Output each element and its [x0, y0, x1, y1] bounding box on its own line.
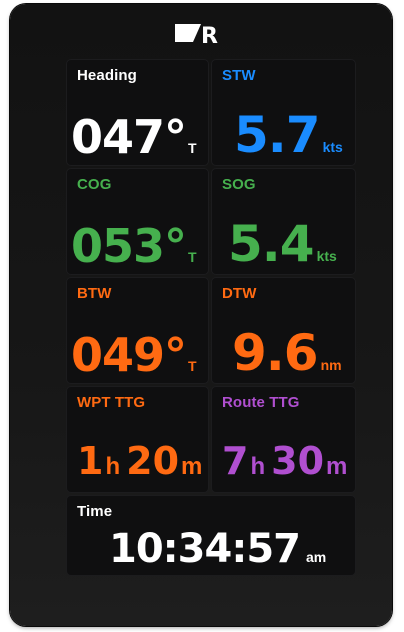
- stw-number: 5.7: [234, 106, 321, 164]
- cog-number: 053°: [71, 219, 187, 273]
- dtw-number: 9.6: [232, 324, 319, 382]
- cog-label: COG: [77, 176, 112, 193]
- tile-time[interactable]: Time 10:34:57 am: [66, 495, 356, 576]
- cog-unit: T: [188, 249, 197, 265]
- route-ttg-minutes: 30: [271, 439, 325, 483]
- time-number: 10:34:57: [109, 526, 301, 572]
- wpt-ttg-label: WPT TTG: [77, 394, 146, 411]
- btw-number: 049°: [71, 328, 187, 382]
- sog-number: 5.4: [228, 215, 315, 273]
- heading-number: 047°: [71, 110, 187, 164]
- dtw-unit: nm: [320, 357, 342, 373]
- tile-sog[interactable]: SOG 5.4 kts: [211, 168, 356, 275]
- time-label: Time: [77, 503, 113, 520]
- stw-unit: kts: [322, 139, 343, 155]
- stw-label: STW: [222, 67, 256, 84]
- sog-unit: kts: [316, 248, 337, 264]
- wpt-ttg-value: 1h 20m: [77, 442, 202, 480]
- dtw-label: DTW: [222, 285, 257, 302]
- route-ttg-minutes-unit: m: [326, 453, 348, 480]
- tile-btw[interactable]: BTW 049° T: [66, 277, 209, 384]
- wpt-ttg-minutes-unit: m: [181, 453, 203, 480]
- route-ttg-hours: 7: [222, 439, 249, 483]
- btw-unit: T: [188, 358, 197, 374]
- route-ttg-hours-unit: h: [250, 453, 266, 480]
- tile-stw[interactable]: STW 5.7 kts: [211, 59, 356, 166]
- heading-label: Heading: [77, 67, 137, 84]
- wpt-ttg-hours: 1: [77, 439, 104, 483]
- display-device: R Heading 047° T STW 5.7 kts COG 053° T SOG…: [10, 4, 392, 626]
- heading-unit: T: [188, 140, 197, 156]
- dtw-value: 9.6 nm: [232, 328, 342, 378]
- wpt-ttg-minutes: 20: [126, 439, 180, 483]
- route-ttg-value: 7h 30m: [222, 442, 347, 480]
- time-unit: am: [305, 549, 327, 565]
- tile-heading[interactable]: Heading 047° T: [66, 59, 209, 166]
- tile-route-ttg[interactable]: Route TTG 7h 30m: [211, 386, 356, 493]
- wpt-ttg-hours-unit: h: [105, 453, 121, 480]
- time-value: 10:34:57 am: [109, 529, 326, 569]
- tile-dtw[interactable]: DTW 9.6 nm: [211, 277, 356, 384]
- tile-wpt-ttg[interactable]: WPT TTG 1h 20m: [66, 386, 209, 493]
- logo-letter: R: [201, 24, 218, 48]
- raymarine-logo-icon: R: [175, 24, 218, 48]
- sog-value: 5.4 kts: [228, 219, 337, 269]
- route-ttg-label: Route TTG: [222, 394, 300, 411]
- btw-value: 049° T: [71, 332, 197, 378]
- tile-cog[interactable]: COG 053° T: [66, 168, 209, 275]
- stw-value: 5.7 kts: [234, 110, 343, 160]
- btw-label: BTW: [77, 285, 112, 302]
- cog-value: 053° T: [71, 223, 197, 269]
- sog-label: SOG: [222, 176, 256, 193]
- heading-value: 047° T: [71, 114, 197, 160]
